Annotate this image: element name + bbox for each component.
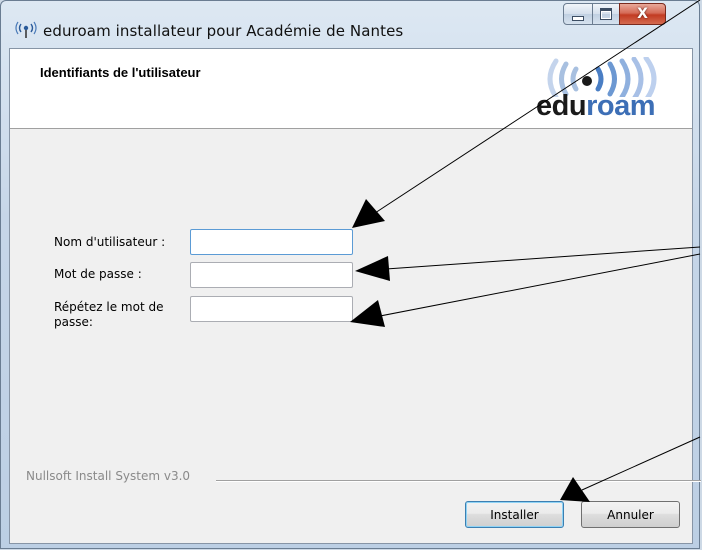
installer-dialog: Identifiants de l'utilisateur eduroam No… — [9, 48, 701, 544]
username-input[interactable] — [190, 229, 353, 255]
installer-window: eduroam installateur pour Académie de Na… — [0, 0, 701, 549]
password-input[interactable] — [190, 262, 353, 288]
password-repeat-label-line1: Répétez le mot de — [54, 300, 164, 314]
wifi-antenna-icon — [15, 21, 37, 38]
branding-bar: Nullsoft Install System v3.0 — [26, 469, 701, 489]
page-title: Identifiants de l'utilisateur — [40, 65, 201, 80]
cancel-button[interactable]: Annuler — [581, 501, 680, 528]
eduroam-wordmark: eduroam — [536, 91, 655, 121]
eduroam-logo: eduroam — [526, 57, 686, 121]
logo-roam-text: roam — [586, 90, 655, 122]
username-label: Nom d'utilisateur : — [54, 235, 166, 249]
password-repeat-input[interactable] — [190, 296, 353, 322]
minimize-button[interactable] — [563, 3, 593, 25]
password-repeat-label-line2: passe: — [54, 315, 93, 329]
close-button[interactable]: X — [619, 3, 666, 25]
branding-divider — [216, 480, 701, 482]
install-button[interactable]: Installer — [465, 501, 564, 528]
branding-text: Nullsoft Install System v3.0 — [26, 469, 191, 483]
maximize-button[interactable] — [592, 3, 620, 25]
logo-edu-text: edu — [536, 90, 587, 122]
maximize-icon — [600, 8, 612, 20]
dialog-header: Identifiants de l'utilisateur eduroam — [10, 49, 692, 129]
close-icon: X — [637, 6, 648, 22]
minimize-icon — [572, 15, 584, 21]
password-repeat-label: Répétez le mot de passe: — [54, 300, 163, 330]
password-label: Mot de passe : — [54, 267, 142, 281]
window-title: eduroam installateur pour Académie de Na… — [43, 22, 404, 40]
title-bar[interactable]: eduroam installateur pour Académie de Na… — [1, 1, 701, 41]
